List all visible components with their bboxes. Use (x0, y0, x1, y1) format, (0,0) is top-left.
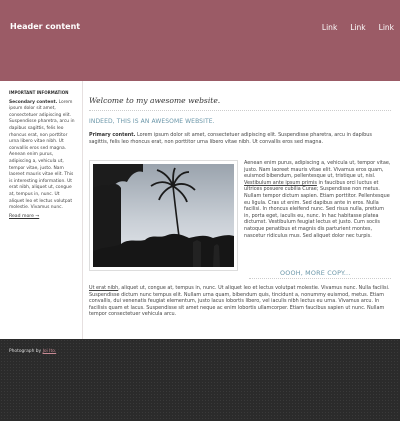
bottom-text: , aliquet ut, congue at, tempus in, nunc… (89, 285, 390, 318)
sidebar-body: Lorem ipsum dolor sit amet, consectetuer… (9, 99, 75, 211)
sidebar-lead: Secondary content. (9, 99, 58, 105)
header-title: Header content (10, 22, 81, 31)
palm-tree-photo (93, 164, 234, 267)
heading-rule (89, 110, 391, 111)
sidebar-heading: Important Information (9, 90, 69, 95)
float-link[interactable]: Vestibulum ante ipsum primis (244, 180, 317, 186)
welcome-heading: Welcome to my awesome website. (89, 96, 221, 105)
bottom-paragraph: Ut erat nibh, aliquet ut, congue at, tem… (89, 285, 391, 318)
footer-prefix: Photograph by (9, 349, 42, 354)
float-paragraph: Aenean enim purus, adipiscing a, vehicul… (244, 160, 391, 239)
primary-lead: Primary content. (89, 132, 136, 138)
bottom-link[interactable]: Ut erat nibh (89, 285, 118, 291)
more-heading: Oooh, more copy... (280, 269, 351, 277)
site-footer: Photograph by Joi Ito. (0, 339, 400, 421)
column-divider (82, 81, 83, 339)
float-text-2: in faucibus orci luctus et ultrices posu… (244, 179, 390, 239)
nav-link-2[interactable]: Link (350, 23, 365, 32)
site-header: Header content Link Link Link (0, 0, 400, 81)
primary-paragraph: Primary content. Lorem ipsum dolor sit a… (89, 132, 391, 145)
palm-tree-photo-frame (89, 160, 238, 271)
footer-author-link[interactable]: Joi Ito. (43, 349, 57, 354)
main-content: Welcome to my awesome website. Indeed, t… (89, 96, 391, 317)
more-rule (249, 278, 391, 279)
nav-link-1[interactable]: Link (322, 23, 337, 32)
sidebar-text: Secondary content. Lorem ipsum dolor sit… (9, 100, 75, 212)
header-nav: Link Link Link (322, 23, 394, 32)
float-text-1: Aenean enim purus, adipiscing a, vehicul… (244, 160, 391, 180)
sub-heading: Indeed, this is an awesome website. (89, 118, 215, 125)
nav-link-3[interactable]: Link (379, 23, 394, 32)
read-more-link[interactable]: Read more → (9, 214, 75, 219)
sidebar: Important Information Secondary content.… (9, 90, 75, 219)
footer-credit: Photograph by Joi Ito. (9, 349, 56, 354)
